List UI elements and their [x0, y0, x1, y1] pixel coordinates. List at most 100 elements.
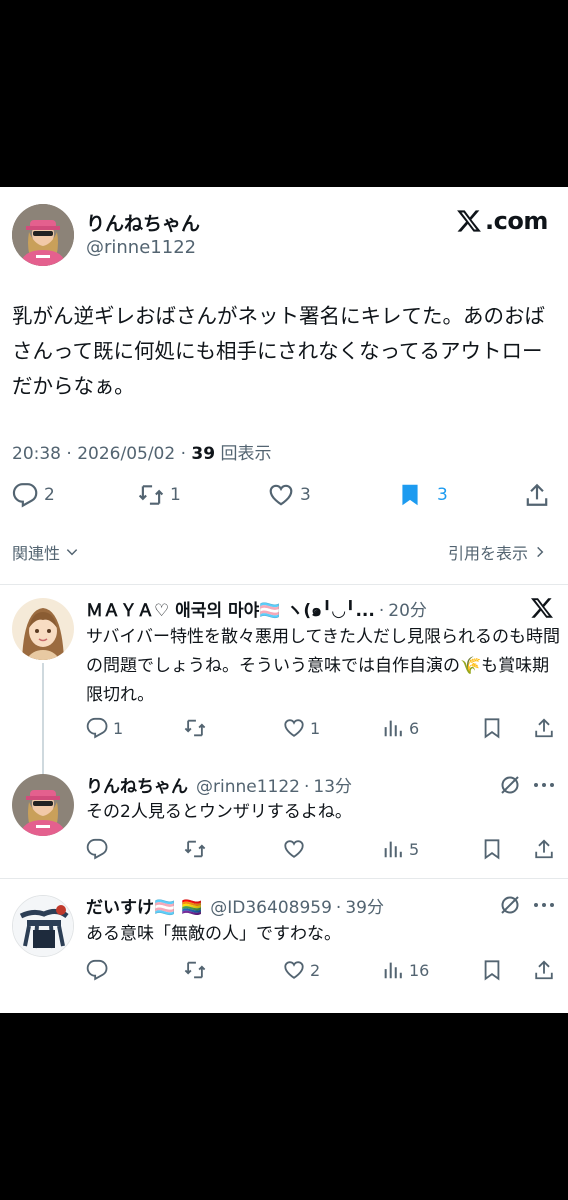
- thread-line: [42, 663, 44, 775]
- like-button[interactable]: 1: [283, 717, 320, 739]
- post-text: 乳がん逆ギレおばさんがネット署名にキレてた。あのおばさんって既に何処にも相手にさ…: [12, 304, 545, 398]
- repost-button[interactable]: 1: [138, 482, 181, 508]
- reply-time[interactable]: 20分: [388, 596, 427, 621]
- reply-icon: [12, 483, 38, 508]
- reply-button[interactable]: [86, 838, 108, 860]
- reply-text: その2人見るとウンザリするよね。: [86, 802, 352, 822]
- repost-count: 1: [170, 485, 181, 505]
- repost-button[interactable]: [184, 959, 206, 981]
- share-icon: [535, 718, 553, 738]
- grok-icon[interactable]: [498, 893, 522, 917]
- reply-time[interactable]: 13分: [313, 772, 352, 797]
- bookmark-icon: [484, 718, 500, 739]
- grok-icon[interactable]: [498, 773, 522, 797]
- views-button[interactable]: 16: [382, 959, 429, 981]
- divider: [0, 584, 568, 585]
- reply-time-sep: ·: [335, 898, 342, 918]
- views-count: 5: [409, 839, 420, 859]
- reply-author-name[interactable]: りんねちゃん: [86, 772, 188, 797]
- reply-author-handle[interactable]: @ID36408959: [210, 898, 332, 918]
- views-icon: [384, 962, 402, 979]
- more-icon[interactable]: [531, 893, 557, 917]
- repost-icon: [184, 840, 206, 858]
- share-button[interactable]: [533, 838, 555, 860]
- repost-icon: [184, 719, 206, 737]
- chevron-right-icon: [537, 546, 544, 558]
- author-avatar[interactable]: [12, 204, 74, 266]
- reply-icon: [86, 959, 108, 981]
- share-button[interactable]: [524, 482, 550, 508]
- bookmark-button[interactable]: [481, 838, 503, 860]
- views-icon: [384, 841, 402, 858]
- site-label-text: .com: [485, 207, 548, 235]
- reply-author-name[interactable]: だいすけ🏳️‍⚧️ 🏳️‍🌈: [86, 893, 202, 918]
- view-label: 回表示: [215, 444, 272, 464]
- like-button[interactable]: 3: [268, 482, 311, 508]
- tweet-card: りんねちゃん @rinne1122 .com 乳がん逆ギレおばさんがネット署名に…: [0, 187, 568, 1013]
- reply-time-sep: ·: [378, 601, 385, 621]
- x-logo-icon: [457, 210, 481, 232]
- bookmark-icon: [484, 839, 500, 860]
- view-quotes-link[interactable]: 引用を表示: [448, 540, 548, 564]
- views-icon: [384, 720, 402, 737]
- reply-button[interactable]: [86, 959, 108, 981]
- repost-icon: [184, 961, 206, 979]
- post-timestamp[interactable]: 20:38 · 2026/05/02 ·: [12, 444, 191, 464]
- relevance-label: 関連性: [12, 544, 61, 563]
- bookmark-icon: [402, 484, 418, 506]
- bookmark-button[interactable]: [481, 959, 503, 981]
- reply-button[interactable]: 1: [86, 717, 123, 739]
- reply-avatar[interactable]: [12, 598, 74, 660]
- like-count: 2: [310, 960, 321, 980]
- views-count: 16: [409, 960, 430, 980]
- share-icon: [526, 483, 548, 506]
- reply-button[interactable]: 2: [12, 482, 55, 508]
- author-name[interactable]: りんねちゃん: [86, 209, 200, 236]
- like-icon: [269, 484, 293, 506]
- reply-text: ある意味「無敵の人」ですわな。: [86, 924, 341, 944]
- like-button[interactable]: [283, 838, 305, 860]
- repost-button[interactable]: [184, 838, 206, 860]
- bookmark-icon: [484, 960, 500, 981]
- reply-author-handle[interactable]: @rinne1122: [196, 777, 300, 797]
- reply-avatar[interactable]: [12, 774, 74, 836]
- like-count: 3: [300, 485, 311, 505]
- share-icon: [535, 960, 553, 980]
- views-button[interactable]: 6: [382, 717, 419, 739]
- reply-header: ＭＡＹＡ♡ 애국의 마야🏳️‍⚧️ ヽ(๑╹◡╹... · 20分: [86, 596, 526, 624]
- reply-time-sep: ·: [303, 777, 310, 797]
- bookmark-button[interactable]: 3: [397, 482, 448, 508]
- reply-count: 2: [44, 485, 55, 505]
- reply-icon: [86, 838, 108, 860]
- reply-avatar[interactable]: [12, 895, 74, 957]
- views-count: 6: [409, 718, 420, 738]
- divider: [0, 878, 568, 879]
- chevron-down-icon: [66, 549, 78, 556]
- share-button[interactable]: [533, 717, 555, 739]
- reply-text: サバイバー特性を散々悪用してきた人だし見限られるのも時間の問題でしょうね。そうい…: [86, 627, 560, 705]
- share-button[interactable]: [533, 959, 555, 981]
- more-icon[interactable]: [531, 773, 557, 797]
- like-icon: [284, 840, 304, 858]
- reply-time[interactable]: 39分: [345, 893, 384, 918]
- share-icon: [535, 839, 553, 859]
- bookmark-count: 3: [437, 485, 448, 505]
- author-handle[interactable]: @rinne1122: [86, 237, 196, 258]
- reply-icon: [86, 717, 108, 739]
- x-logo-icon: [531, 598, 553, 618]
- repost-icon: [138, 485, 164, 505]
- view-count: 39: [191, 444, 216, 464]
- like-button[interactable]: 2: [283, 959, 320, 981]
- like-icon: [284, 719, 304, 737]
- repost-button[interactable]: [184, 717, 206, 739]
- reply-author-name[interactable]: ＭＡＹＡ♡ 애국의 마야🏳️‍⚧️ ヽ(๑╹◡╹...: [86, 596, 375, 624]
- relevance-sort[interactable]: 関連性: [12, 540, 80, 564]
- reply-count: 1: [113, 718, 124, 738]
- bookmark-button[interactable]: [481, 717, 503, 739]
- reply-header: だいすけ🏳️‍⚧️ 🏳️‍🌈 @ID36408959 · 39分: [86, 893, 496, 918]
- views-button[interactable]: 5: [382, 838, 419, 860]
- site-label: .com: [455, 207, 548, 235]
- like-count: 1: [310, 718, 321, 738]
- reply-header: りんねちゃん @rinne1122 · 13分: [86, 772, 496, 797]
- like-icon: [284, 961, 304, 979]
